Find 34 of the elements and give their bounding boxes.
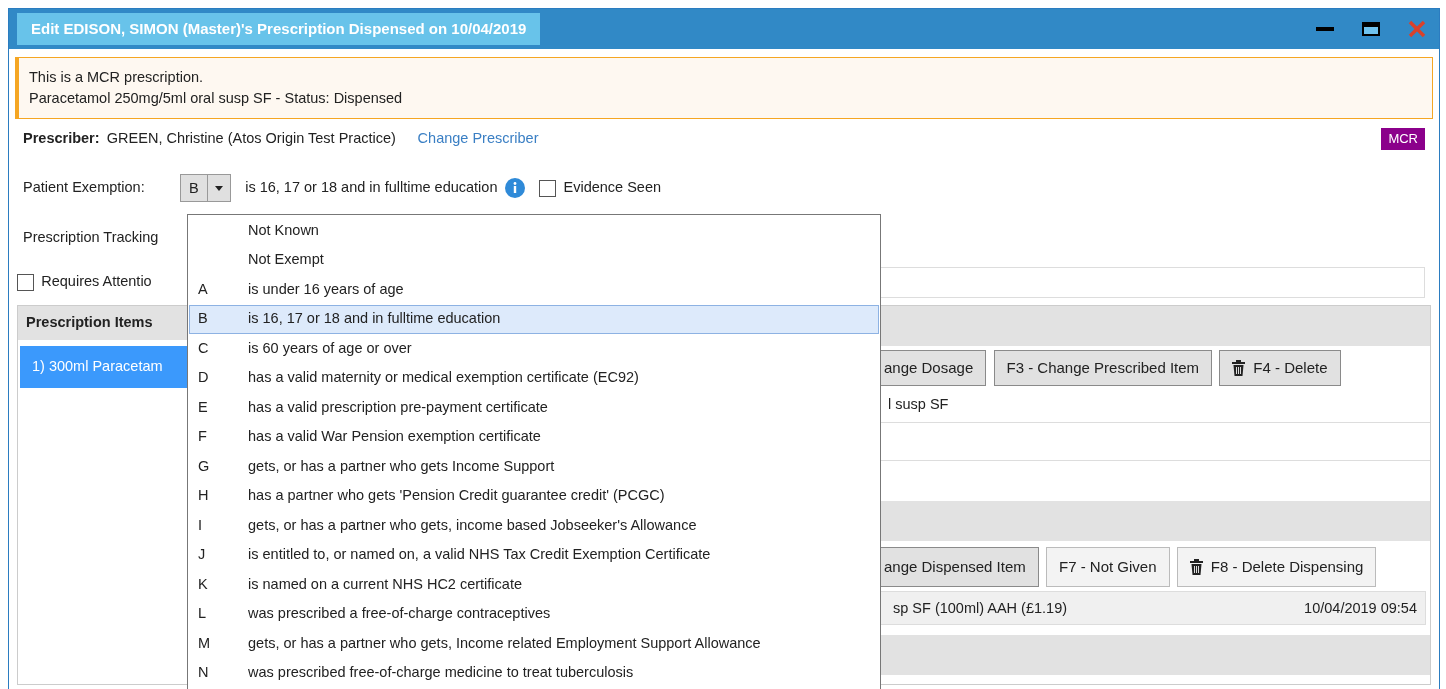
dropdown-option[interactable]: N was prescribed free-of-charge medicine to treat tuberculosis bbox=[189, 658, 879, 688]
prescriber-label: Prescriber: bbox=[23, 129, 100, 149]
trash-icon bbox=[1189, 559, 1203, 575]
dropdown-option[interactable]: I gets, or has a partner who gets, income based Jobseeker's Allowance bbox=[189, 511, 879, 541]
trash-icon bbox=[1232, 360, 1246, 376]
action-button[interactable]: F4 - Delete bbox=[1219, 350, 1341, 386]
evidence-label: Evidence Seen bbox=[563, 178, 662, 198]
dropdown-option[interactable]: F has a valid War Pension exemption certificate bbox=[189, 422, 879, 452]
exemption-description: is 16, 17 or 18 and in fulltime education bbox=[245, 178, 498, 198]
dropdown-option[interactable]: M gets, or has a partner who gets, Income related Employment Support Allowance bbox=[189, 629, 879, 659]
evidence-checkbox[interactable] bbox=[539, 179, 557, 197]
requires-attention-label: Requires Attentio bbox=[41, 272, 153, 292]
change-prescriber-link[interactable]: Change Prescriber bbox=[417, 128, 539, 150]
dropdown-option[interactable]: G gets, or has a partner who gets Income Support bbox=[189, 452, 879, 482]
patient-exemption-label: Patient Exemption: bbox=[23, 178, 146, 198]
alert-message: This is a MCR prescription. Paracetamol 250mg/5ml oral susp SF - Status: Dispensed bbox=[15, 57, 1433, 119]
action-button[interactable]: F7 - Not Given bbox=[1046, 547, 1170, 587]
dropdown-option[interactable]: A is under 16 years of age bbox=[189, 275, 879, 305]
dropdown-option[interactable]: B is 16, 17 or 18 and in fulltime education bbox=[189, 304, 879, 334]
action-button[interactable]: F8 - Delete Dispensing bbox=[1176, 547, 1377, 587]
dropdown-option[interactable]: Not Known bbox=[189, 216, 879, 246]
item-description: l susp SF bbox=[888, 396, 949, 412]
dropdown-option[interactable]: Not Exempt bbox=[189, 245, 879, 275]
dropdown-option[interactable]: H has a partner who gets 'Pension Credit guarantee credit' (PCGC) bbox=[189, 481, 879, 511]
requires-attention-checkbox[interactable] bbox=[17, 273, 34, 291]
prescriber-name: GREEN, Christine (Atos Origin Test Practice) bbox=[106, 129, 396, 149]
dropdown-option[interactable]: E has a valid prescription pre-payment certificate bbox=[189, 393, 879, 423]
mcr-tag: MCR bbox=[1381, 128, 1425, 150]
exemption-dropdown[interactable]: B bbox=[180, 174, 231, 202]
caret-icon bbox=[214, 185, 223, 191]
tracking-label: Prescription Tracking bbox=[23, 228, 159, 248]
action-button[interactable]: F3 - Change Prescribed Item bbox=[993, 350, 1213, 386]
window-title: Edit EDISON, SIMON (Master)'s Prescription Dispensed on 10/04/2019 bbox=[17, 12, 541, 46]
info-icon[interactable] bbox=[504, 178, 525, 198]
